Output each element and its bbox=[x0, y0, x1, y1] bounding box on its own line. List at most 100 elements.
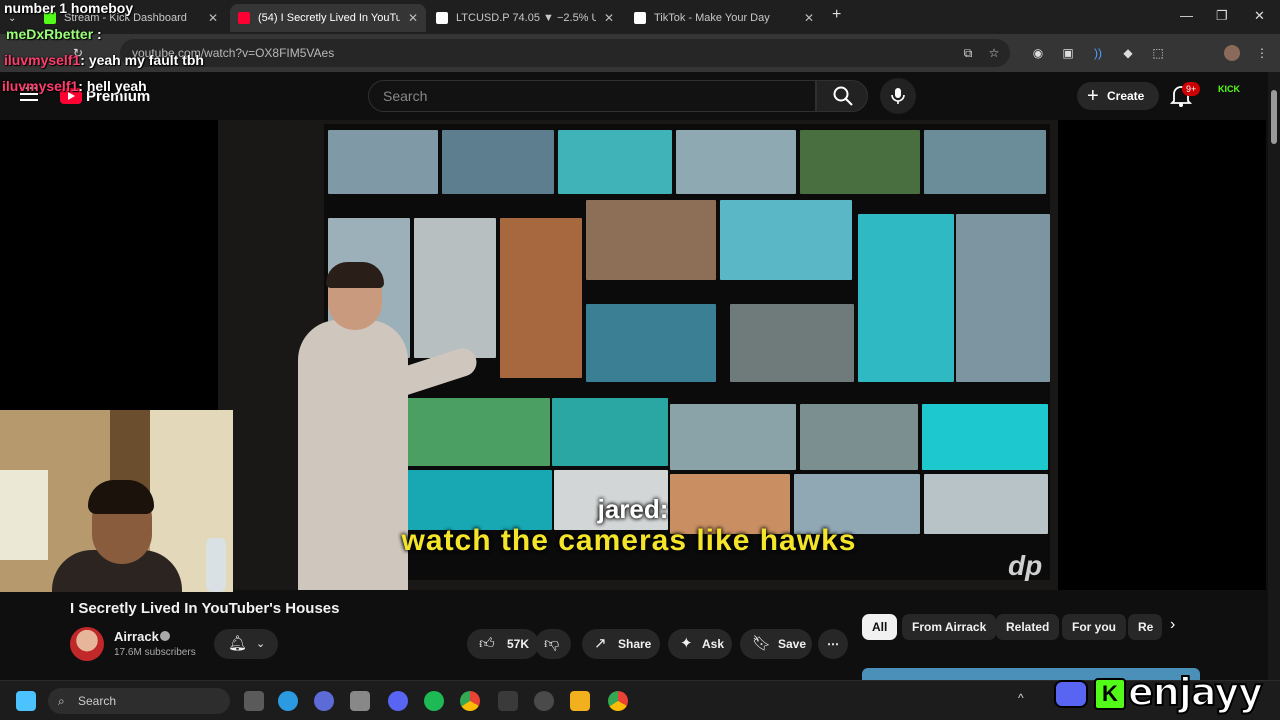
search-icon bbox=[833, 86, 853, 106]
streamer-hair bbox=[88, 480, 154, 514]
chevron-up-icon[interactable]: ^ bbox=[1018, 691, 1024, 705]
channel-watermark: dp bbox=[1008, 550, 1043, 581]
windows-start-icon[interactable] bbox=[16, 691, 36, 711]
spotify-icon[interactable] bbox=[424, 691, 444, 711]
chat-username: meDxRbetter bbox=[6, 26, 94, 42]
more-actions-button[interactable]: ⋯ bbox=[818, 629, 848, 659]
chip-from-airrack[interactable]: From Airrack bbox=[902, 614, 997, 640]
close-tab-icon[interactable]: ✕ bbox=[208, 11, 218, 25]
maximize-button[interactable]: ❐ bbox=[1216, 8, 1228, 24]
tab-tiktok[interactable]: TikTok - Make Your Day ✕ bbox=[626, 4, 822, 32]
close-tab-icon[interactable]: ✕ bbox=[604, 11, 614, 25]
water-bottle bbox=[206, 538, 226, 592]
chat-message: iluvmyself1: hell yeah bbox=[2, 78, 147, 94]
extension-icon[interactable]: ◉ bbox=[1030, 45, 1046, 61]
extensions-puzzle-icon[interactable]: ⬚ bbox=[1150, 45, 1166, 61]
task-view-icon[interactable] bbox=[244, 691, 264, 711]
scrollbar-thumb[interactable] bbox=[1271, 90, 1277, 144]
share-label: Share bbox=[618, 637, 652, 651]
address-bar[interactable]: youtube.com/watch?v=OX8FIM5VAes bbox=[120, 39, 1010, 67]
chip-all[interactable]: All bbox=[862, 614, 898, 640]
discord-logo bbox=[1054, 680, 1088, 708]
chat-username: iluvmyself1 bbox=[4, 52, 81, 68]
tab-title: TikTok - Make Your Day bbox=[654, 12, 770, 24]
thumbs-down-icon: 👎︎ bbox=[544, 635, 560, 652]
presenter-hair bbox=[326, 262, 384, 288]
tab-youtube-video[interactable]: (54) I Secretly Lived In YouTube ✕ bbox=[230, 4, 426, 32]
chrome-icon[interactable] bbox=[460, 691, 480, 711]
new-tab-button[interactable]: + bbox=[832, 6, 841, 24]
chat-username: number 1 homeboy bbox=[4, 0, 134, 16]
like-count: 57K bbox=[507, 637, 530, 651]
streamer-webcam bbox=[0, 410, 233, 592]
search-box[interactable] bbox=[368, 80, 816, 112]
thumbs-up-icon: 👍︎ bbox=[479, 635, 495, 652]
subscriber-count: 17.6M subscribers bbox=[114, 647, 196, 658]
extension-icon[interactable]: )) bbox=[1090, 45, 1106, 61]
share-button[interactable]: ↗ Share bbox=[582, 629, 660, 659]
windows-taskbar: ⌕ Search ^ bbox=[0, 680, 1280, 720]
chat-text: : bbox=[97, 26, 102, 42]
streamer-name-overlay: enjayy bbox=[1127, 669, 1264, 715]
snipping-tool-icon[interactable] bbox=[350, 691, 370, 711]
close-tab-icon[interactable]: ✕ bbox=[804, 11, 814, 25]
search-input[interactable] bbox=[383, 88, 783, 104]
calculator-icon[interactable] bbox=[498, 691, 518, 711]
save-button[interactable]: 🔖︎ Save bbox=[740, 629, 812, 659]
browser-menu-icon[interactable]: ⋮ bbox=[1254, 45, 1270, 61]
minimize-button[interactable]: — bbox=[1180, 8, 1193, 23]
page-scrollbar[interactable] bbox=[1268, 72, 1280, 688]
clock-app-icon[interactable] bbox=[534, 691, 554, 711]
save-label: Save bbox=[778, 637, 807, 651]
account-avatar[interactable]: KICK bbox=[1214, 84, 1244, 108]
search-button[interactable] bbox=[816, 80, 868, 112]
tab-title: (54) I Secretly Lived In YouTube bbox=[258, 12, 400, 24]
chat-message: meDxRbetter : bbox=[6, 26, 102, 42]
bookmark-icon: 🔖︎ bbox=[752, 635, 772, 652]
video-title: I Secretly Lived In YouTuber's Houses bbox=[70, 600, 340, 617]
tab-title: LTCUSD.P 74.05 ▼ −2.5% Unnam bbox=[456, 12, 596, 24]
share-arrow-icon: ↗ bbox=[594, 635, 607, 652]
chevron-right-icon[interactable]: › bbox=[1170, 616, 1175, 634]
chat-message: iluvmyself1: yeah my fault tbh bbox=[4, 52, 204, 68]
create-button[interactable]: + Create bbox=[1077, 82, 1159, 110]
subscription-bell-button[interactable]: 🔔︎ ⌄ bbox=[214, 629, 278, 659]
chat-message: number 1 homeboy bbox=[4, 0, 133, 16]
webcam-window bbox=[0, 470, 48, 560]
voice-search-button[interactable] bbox=[880, 78, 916, 114]
tiktok-favicon-icon bbox=[634, 12, 646, 24]
chrome-profile-icon[interactable] bbox=[608, 691, 628, 711]
chip-for-you[interactable]: For you bbox=[1062, 614, 1126, 640]
dislike-button[interactable]: 👎︎ bbox=[535, 629, 571, 659]
discord-icon[interactable] bbox=[388, 691, 408, 711]
chevron-down-icon: ⌄ bbox=[256, 638, 266, 650]
search-icon: ⌕ bbox=[58, 694, 65, 708]
vpn-app-icon[interactable] bbox=[314, 691, 334, 711]
kick-logo: K bbox=[1094, 678, 1126, 710]
ask-label: Ask bbox=[702, 637, 725, 651]
install-app-icon[interactable]: ⧉ bbox=[960, 45, 976, 61]
close-tab-icon[interactable]: ✕ bbox=[408, 11, 418, 25]
close-window-button[interactable]: ✕ bbox=[1254, 8, 1265, 24]
channel-avatar[interactable] bbox=[70, 627, 104, 661]
plus-icon: + bbox=[1087, 85, 1099, 107]
like-button[interactable]: 👍︎ 57K bbox=[467, 629, 539, 659]
verified-check-icon bbox=[160, 631, 170, 641]
extension-icon[interactable]: ◆ bbox=[1120, 45, 1136, 61]
edge-icon[interactable] bbox=[278, 691, 298, 711]
chat-username: iluvmyself1 bbox=[2, 78, 79, 94]
taskbar-search[interactable]: ⌕ Search bbox=[48, 688, 230, 714]
channel-name[interactable]: Airrack bbox=[114, 629, 159, 644]
tradingview-favicon-icon bbox=[436, 12, 448, 24]
chip-recent[interactable]: Re bbox=[1128, 614, 1162, 640]
ask-button[interactable]: ✦ Ask bbox=[668, 629, 732, 659]
profile-avatar[interactable] bbox=[1224, 45, 1240, 61]
create-label: Create bbox=[1107, 89, 1145, 103]
extension-icon[interactable]: ▣ bbox=[1060, 45, 1076, 61]
more-dots-icon: ⋯ bbox=[827, 637, 839, 651]
chat-text: : hell yeah bbox=[78, 78, 147, 94]
file-explorer-icon[interactable] bbox=[570, 691, 590, 711]
tab-tradingview[interactable]: LTCUSD.P 74.05 ▼ −2.5% Unnam ✕ bbox=[428, 4, 622, 32]
bookmark-star-icon[interactable]: ☆ bbox=[986, 45, 1002, 61]
chip-related[interactable]: Related bbox=[996, 614, 1060, 640]
